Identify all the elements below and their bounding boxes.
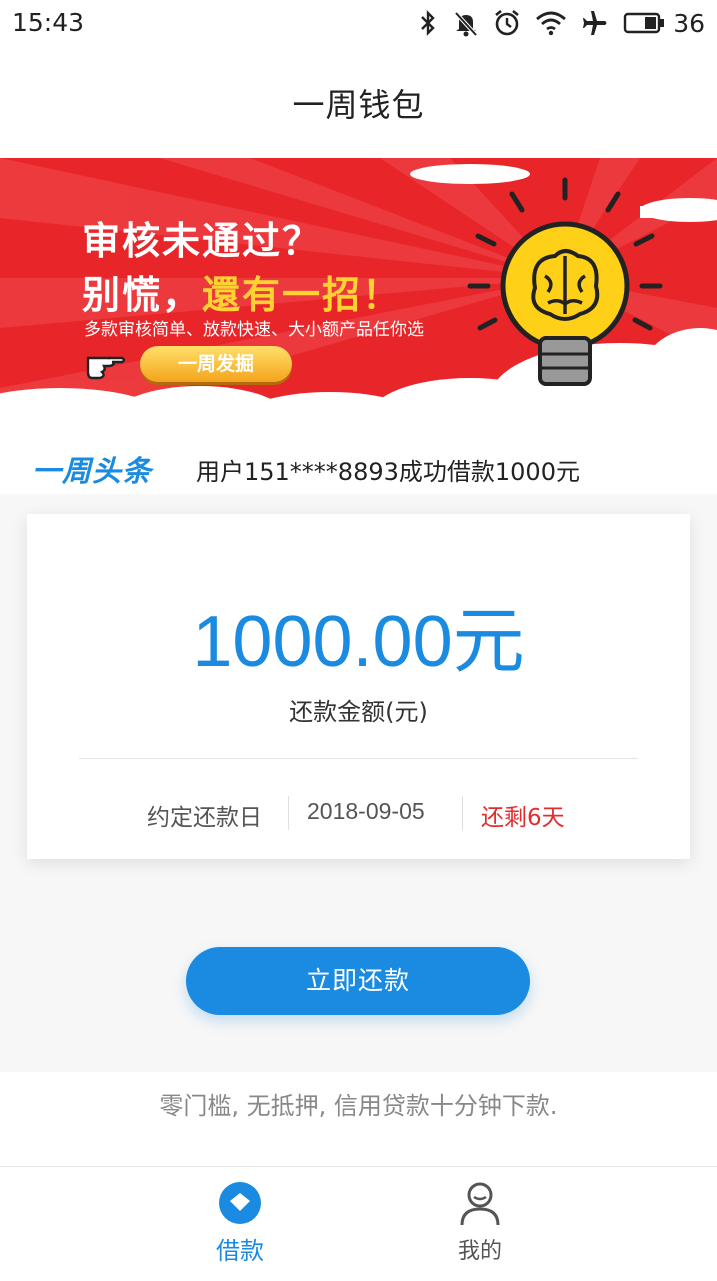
title-bar: 一周钱包: [0, 48, 717, 158]
page-title: 一周钱包: [292, 86, 425, 124]
airplane-icon: [583, 11, 607, 35]
ticker-label: 一周头条: [32, 454, 153, 488]
tab-mine[interactable]: 我的: [410, 1181, 550, 1265]
banner-line2-prefix: 别慌，: [82, 273, 203, 317]
tab-mine-label: 我的: [457, 1239, 502, 1264]
repayment-amount-label: 还款金额(元): [289, 698, 428, 726]
battery-icon: [623, 12, 665, 34]
wifi-icon: [536, 11, 567, 36]
status-bar: 15:43 36: [0, 0, 717, 48]
bluetooth-icon: [421, 10, 435, 36]
bottom-tab-bar: 借款 我的: [0, 1166, 717, 1281]
due-date-value: 2018-09-05: [307, 798, 425, 824]
status-icons: 36: [417, 6, 705, 40]
banner-line2-highlight: 還有一招！: [202, 273, 403, 317]
separator: [462, 796, 463, 830]
card-divider: [79, 758, 638, 759]
pointing-hand-icon: [86, 356, 126, 380]
slogan-text: 零门槛, 无抵押, 信用贷款十分钟下款.: [159, 1092, 558, 1120]
repayment-amount: 1000.00元: [192, 602, 525, 682]
tab-loan[interactable]: 借款: [170, 1181, 310, 1266]
mute-icon: [454, 11, 478, 37]
slogan-area: 零门槛, 无抵押, 信用贷款十分钟下款.: [0, 1072, 717, 1166]
days-remaining: 还剩6天: [481, 805, 565, 831]
tab-loan-label: 借款: [216, 1237, 264, 1265]
ticker-message: 用户151****8893成功借款1000元: [196, 458, 580, 486]
due-date-label: 约定还款日: [147, 805, 262, 831]
banner-cta-button[interactable]: 一周发掘: [140, 346, 292, 382]
banner-headline: 审核未通过？: [82, 219, 323, 263]
repay-now-button[interactable]: 立即还款: [186, 947, 530, 1015]
status-time: 15:43: [12, 8, 85, 37]
user-icon: [460, 1182, 500, 1226]
banner-subheadline: 别慌，還有一招！: [82, 264, 402, 319]
separator: [288, 796, 289, 830]
loan-icon: [219, 1182, 261, 1224]
battery-level: 36: [673, 8, 705, 38]
news-ticker: 一周头条 用户151****8893成功借款1000元: [0, 440, 717, 494]
alarm-icon: [495, 9, 519, 36]
promo-banner[interactable]: 审核未通过？ 别慌，還有一招！ 多款审核简单、放款快速、大小额产品任你选 一周发…: [0, 158, 717, 440]
repayment-card: 1000.00元 还款金额(元) 约定还款日 2018-09-05 还剩6天: [27, 514, 690, 859]
banner-subtitle: 多款审核简单、放款快速、大小额产品任你选: [84, 320, 424, 340]
